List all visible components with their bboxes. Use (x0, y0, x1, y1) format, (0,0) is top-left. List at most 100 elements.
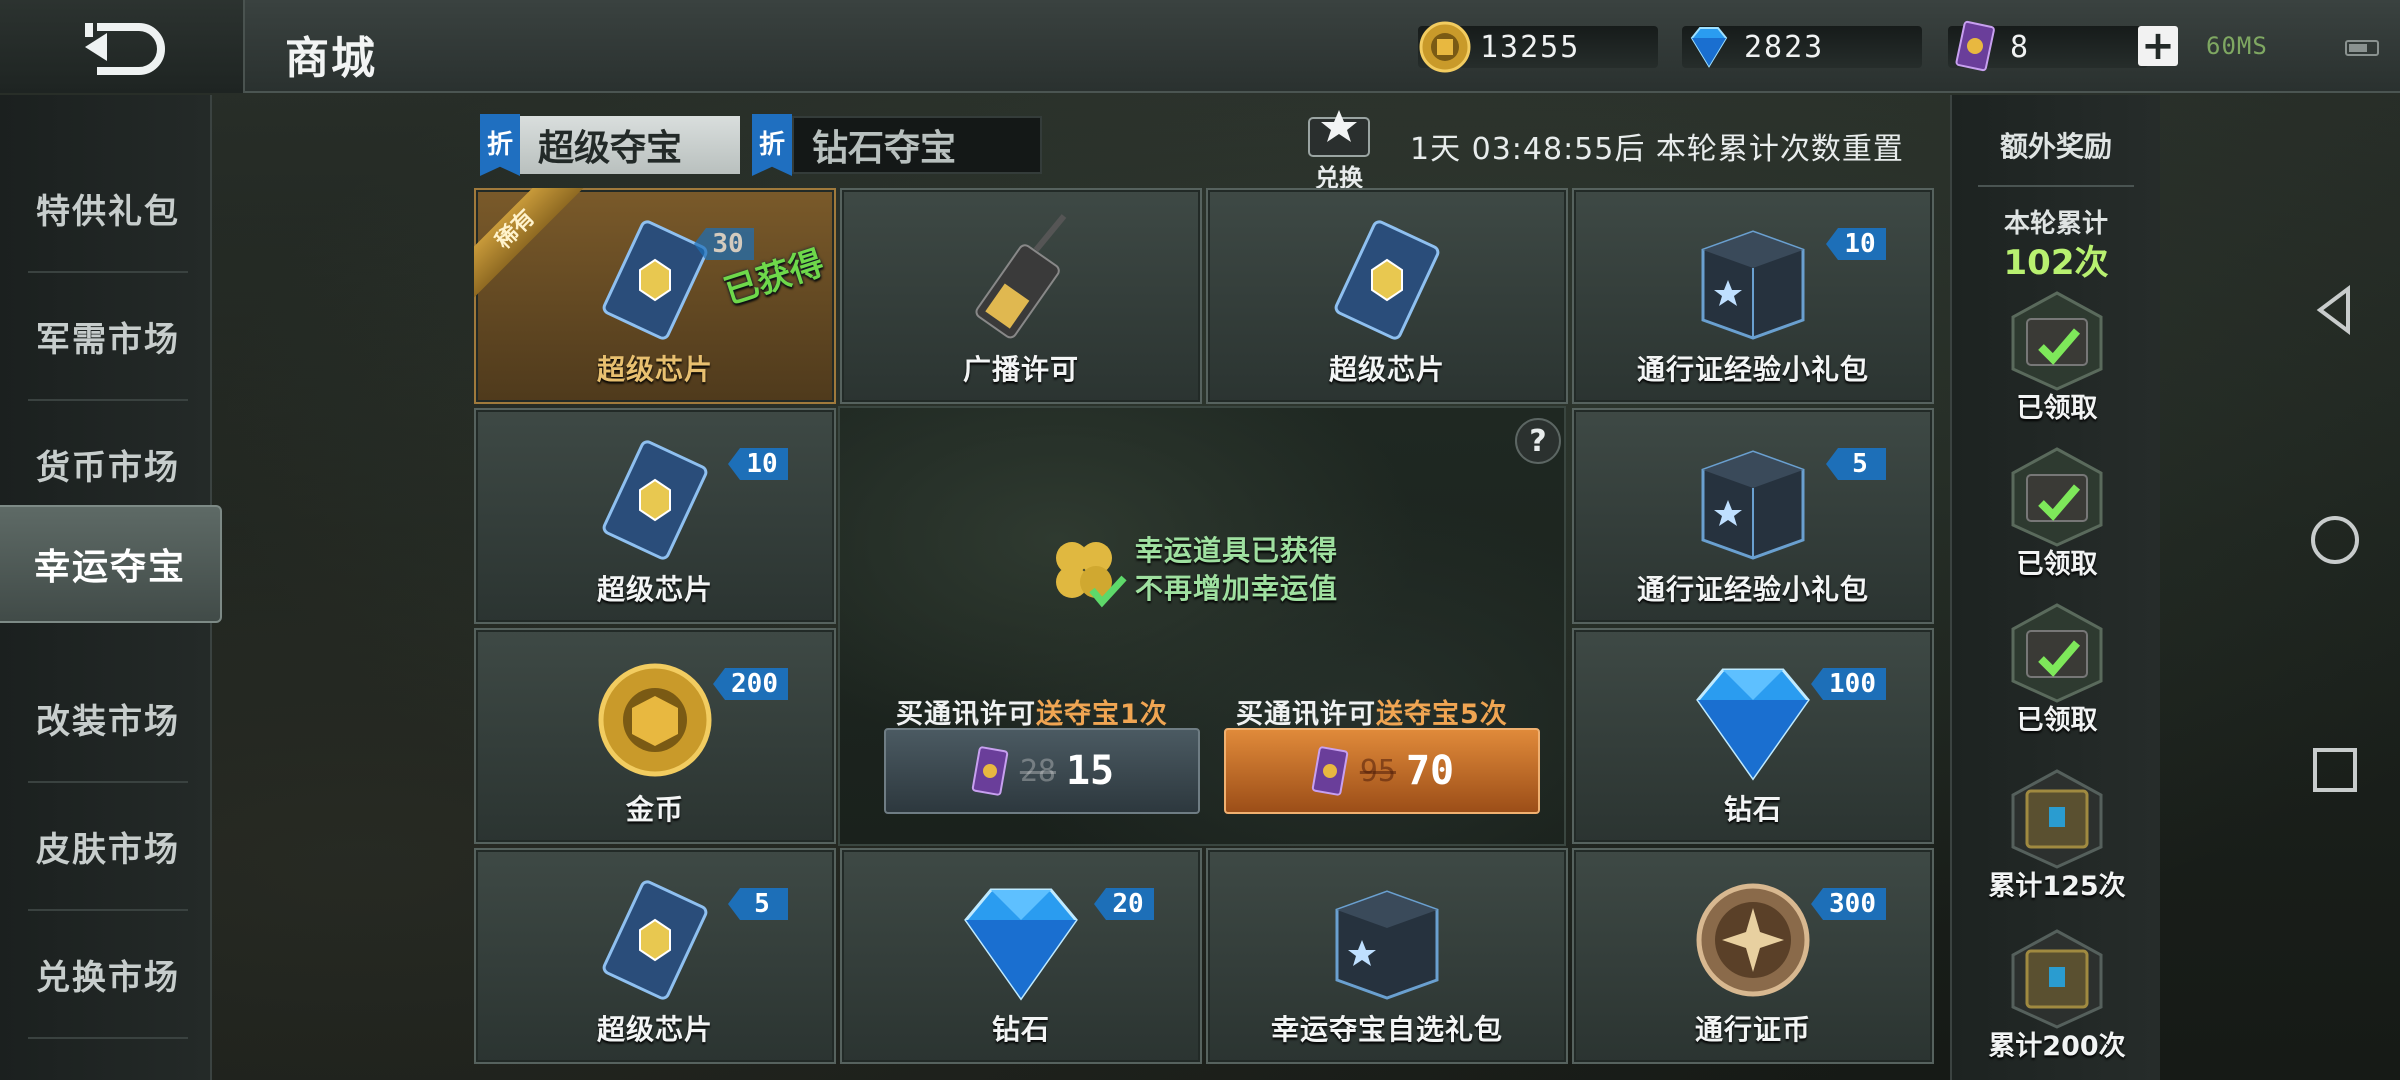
ping-indicator: 60MS (2206, 32, 2268, 60)
sidebar-item-special-packs[interactable]: 特供礼包 (28, 145, 188, 273)
discount-price: 70 (1405, 748, 1455, 794)
grid-item[interactable]: 300 通行证币 (1572, 848, 1934, 1064)
gold-coin-icon (598, 663, 712, 777)
round-count-value: 102次 (2003, 243, 2109, 283)
luck-status: 幸运道具已获得 不再增加幸运值 (1135, 534, 1339, 605)
system-nav-bar (2270, 95, 2400, 1080)
tab-super-draw-label: 超级夺宝 (520, 116, 740, 174)
reward-tier[interactable]: 已领取 (1987, 285, 2127, 425)
quantity-badge: 20 (1094, 888, 1154, 920)
item-name: 超级芯片 (596, 573, 713, 606)
grid-item[interactable]: 10 超级芯片 (474, 408, 836, 624)
reward-tier[interactable]: 已领取 (1987, 441, 2127, 581)
exchange-button[interactable]: 兑换 (1305, 108, 1373, 192)
item-name: 通行证经验小礼包 (1636, 353, 1869, 386)
locked-chest-icon (2011, 769, 2103, 869)
grid-item[interactable]: 5 超级芯片 (474, 848, 836, 1064)
super-chip-icon (602, 880, 708, 1000)
claimed-chest-icon (2011, 447, 2103, 547)
sidebar-item-supply-market[interactable]: 军需市场 (28, 273, 188, 401)
supply-box-icon (1701, 450, 1805, 560)
reward-tier[interactable]: 累计125次 (1987, 763, 2127, 903)
help-button[interactable]: ? (1515, 418, 1561, 464)
reward-tier[interactable]: 已领取 (1987, 597, 2127, 737)
sidebar: 特供礼包 军需市场 货币市场 幸运夺宝 改装市场 皮肤市场 兑换市场 (0, 95, 222, 1080)
sidebar-item-lucky-draw[interactable]: 幸运夺宝 (0, 505, 222, 623)
tier-threshold: 累计200次 (1988, 1031, 2126, 1062)
divider (1978, 185, 2134, 187)
quantity-badge: 10 (1826, 228, 1886, 260)
tier-status: 已领取 (2016, 393, 2098, 424)
quantity-badge: 5 (1826, 448, 1886, 480)
pass-counter[interactable]: 8 (1948, 20, 2148, 72)
diamond-icon (964, 888, 1078, 1001)
comm-permit-card-icon (1955, 20, 1995, 72)
back-triangle-icon[interactable] (2308, 283, 2362, 337)
original-price: 95 (1359, 753, 1396, 789)
quantity-badge: 300 (1811, 888, 1886, 920)
grid-item[interactable]: 200 金币 (474, 628, 836, 844)
page-title: 商城 (285, 33, 377, 84)
radio-icon (975, 214, 1067, 339)
grid-item[interactable]: 广播许可 (840, 188, 1202, 404)
gold-counter[interactable]: 13255 (1418, 21, 1658, 73)
sidebar-item-skin-market[interactable]: 皮肤市场 (28, 783, 188, 911)
original-price: 28 (1019, 753, 1056, 789)
discount-price: 15 (1065, 748, 1115, 794)
grid-item[interactable]: 幸运夺宝自选礼包 (1206, 848, 1568, 1064)
add-currency-button[interactable]: + (2138, 26, 2178, 66)
tab-super-draw[interactable]: 折 超级夺宝 (480, 114, 740, 176)
item-name: 钻石 (1723, 793, 1782, 826)
grid-item[interactable]: 超级芯片 (1206, 188, 1568, 404)
item-name: 超级芯片 (596, 353, 713, 386)
diamond-icon (1690, 27, 1728, 68)
battery-icon (2345, 40, 2379, 56)
comm-permit-card-icon (1311, 746, 1348, 796)
comm-permit-card-icon (971, 746, 1008, 796)
tier-status: 已领取 (2016, 705, 2098, 736)
buy-once-button[interactable]: 28 15 (884, 728, 1200, 814)
grid-item[interactable]: 10 通行证经验小礼包 (1572, 188, 1934, 404)
item-name: 金币 (625, 793, 684, 826)
top-bar: 商城 13255 2823 8 + 60MS (0, 0, 2400, 93)
claimed-chest-icon (2011, 291, 2103, 391)
sidebar-item-exchange-market[interactable]: 兑换市场 (28, 911, 188, 1039)
supply-box-icon (1701, 230, 1805, 340)
item-name: 超级芯片 (1328, 353, 1445, 386)
grid-item[interactable]: 20 钻石 (840, 848, 1202, 1064)
buy-five-button[interactable]: 95 70 (1224, 728, 1540, 814)
home-circle-icon[interactable] (2308, 513, 2362, 567)
star-badge-icon (1308, 110, 1370, 157)
rare-ribbon: 稀有 (474, 188, 584, 298)
quantity-badge: 5 (728, 888, 788, 920)
item-name: 钻石 (991, 1013, 1050, 1046)
super-chip-icon (602, 440, 708, 560)
extra-rewards-panel: 额外奖励 本轮累计 102次 已领取 已领取 已领取 累计125次 累计200次 (1950, 95, 2160, 1080)
quantity-badge: 200 (713, 668, 788, 700)
discount-flag: 折 (752, 114, 792, 176)
tier-status: 已领取 (2016, 549, 2098, 580)
gold-coin-icon (1419, 21, 1471, 73)
tab-diamond-draw-label: 钻石夺宝 (792, 116, 1042, 174)
super-chip-icon (1334, 220, 1440, 340)
draw-panel: ? 幸运道具已获得 不再增加幸运值 买通讯许可送夺宝1次 买通讯许可送夺宝5次 … (838, 406, 1566, 846)
grid-item[interactable]: 稀有 30 已获得 超级芯片 (474, 188, 836, 404)
diamond-counter[interactable]: 2823 (1682, 24, 1922, 70)
quantity-badge: 30 (694, 228, 754, 260)
recents-square-icon[interactable] (2308, 743, 2362, 797)
reward-tier[interactable]: 累计200次 (1987, 923, 2127, 1063)
buy-once-label: 买通讯许可送夺宝1次 (896, 699, 1168, 730)
item-name: 幸运夺宝自选礼包 (1270, 1013, 1503, 1046)
claimed-chest-icon (2011, 603, 2103, 703)
tab-diamond-draw[interactable]: 折 钻石夺宝 (752, 114, 1042, 176)
back-button[interactable] (0, 0, 245, 93)
tier-threshold: 累计125次 (1988, 871, 2126, 902)
grid-item[interactable]: 100 钻石 (1572, 628, 1934, 844)
sidebar-item-mod-market[interactable]: 改装市场 (28, 655, 188, 783)
locked-chest-icon (2011, 929, 2103, 1029)
item-name: 通行证币 (1694, 1013, 1811, 1046)
reset-countdown: 1天 03:48:55后 本轮累计次数重置 (1410, 132, 1904, 167)
diamond-icon (1696, 668, 1810, 781)
grid-item[interactable]: 5 通行证经验小礼包 (1572, 408, 1934, 624)
discount-flag: 折 (480, 114, 520, 176)
